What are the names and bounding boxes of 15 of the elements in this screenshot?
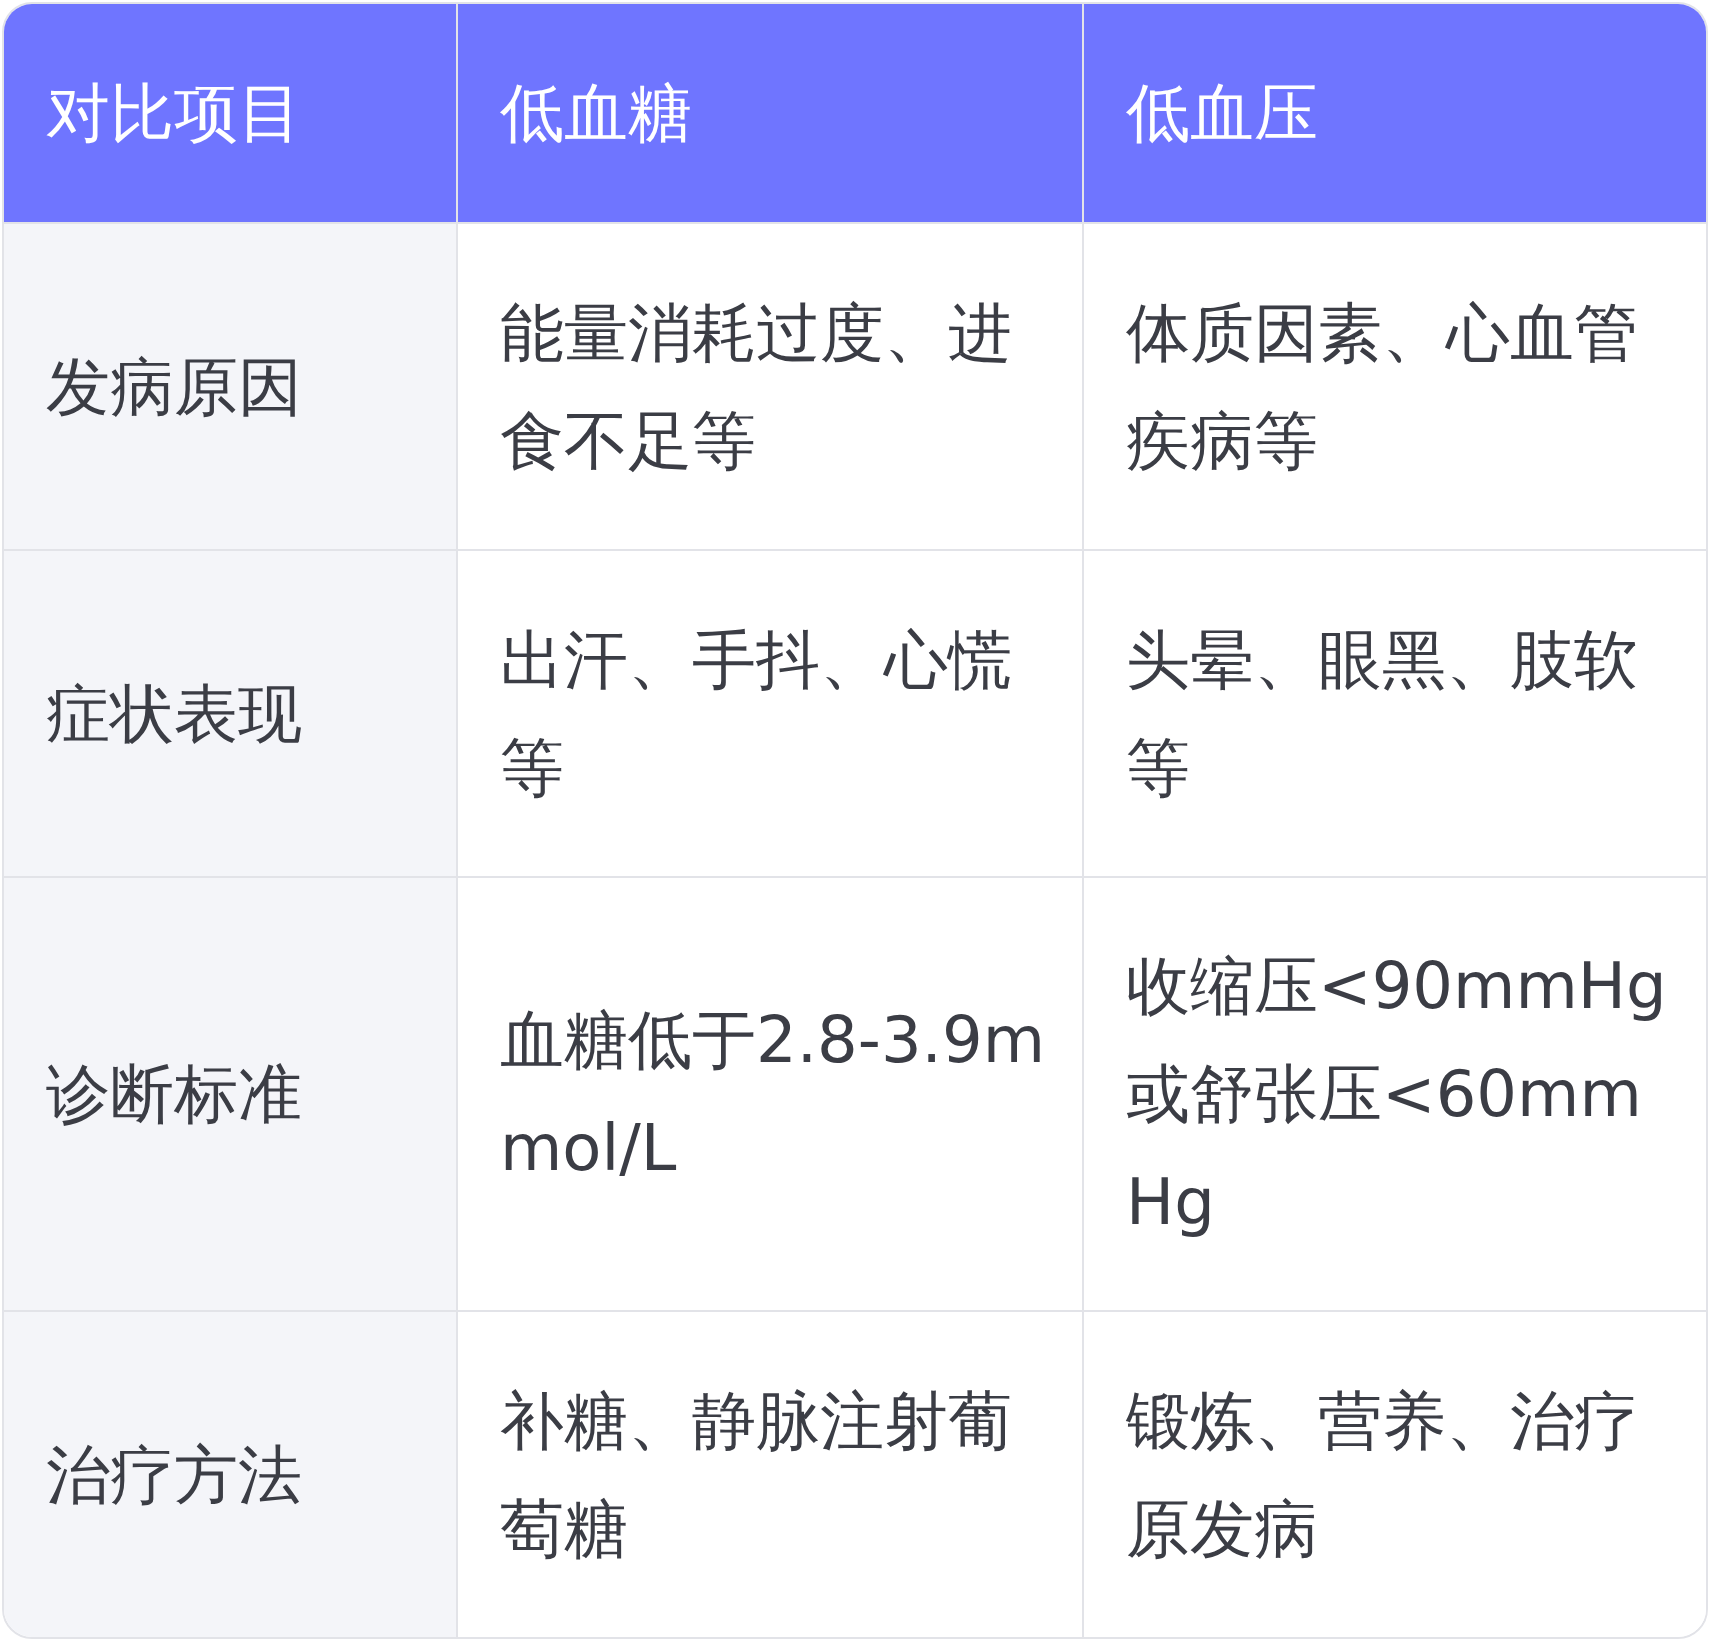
column-header: 低血压: [1082, 4, 1706, 222]
table-cell: 补糖、静脉注射葡萄糖: [456, 1310, 1082, 1637]
row-header-cell: 发病原因: [4, 222, 456, 549]
table-cell: 锻炼、营养、治疗原发病: [1082, 1310, 1706, 1637]
table-cell: 能量消耗过度、进食不足等: [456, 222, 1082, 549]
row-header-cell: 治疗方法: [4, 1310, 456, 1637]
row-header-cell: 诊断标准: [4, 876, 456, 1310]
table-cell: 出汗、手抖、心慌等: [456, 549, 1082, 876]
table-cell: 头晕、眼黑、肢软等: [1082, 549, 1706, 876]
column-header: 对比项目: [4, 4, 456, 222]
row-header-cell: 症状表现: [4, 549, 456, 876]
table-cell: 体质因素、心血管疾病等: [1082, 222, 1706, 549]
column-header: 低血糖: [456, 4, 1082, 222]
table-cell: 血糖低于2.8-3.9mmol/L: [456, 876, 1082, 1310]
table-cell: 收缩压<90mmHg或舒张压<60mmHg: [1082, 876, 1706, 1310]
